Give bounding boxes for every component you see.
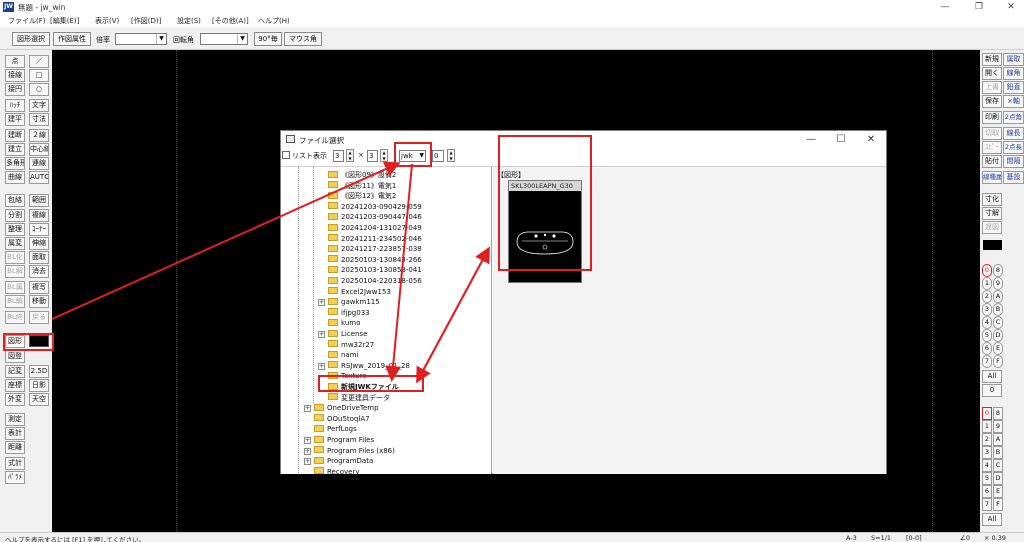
annotation-arrows <box>51 161 490 384</box>
arrow-to-extension <box>51 161 401 320</box>
arrow-to-folder-back <box>416 249 489 384</box>
jw-win-app: JW 無題 - jw_win — ❐ ✕ ファイル(F) [編集(E)] 表示(… <box>0 0 1024 542</box>
arrow-to-new-folder <box>385 163 413 382</box>
